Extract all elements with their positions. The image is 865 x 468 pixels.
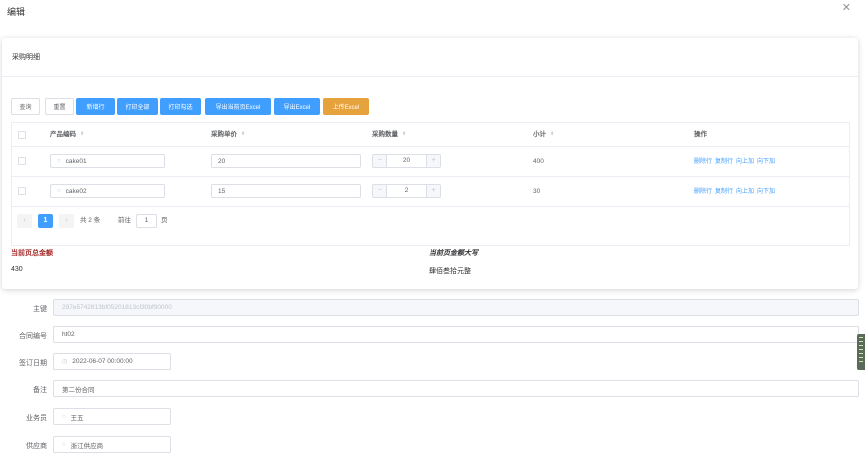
increment-button[interactable]: + (426, 155, 440, 167)
export-excel-button[interactable]: 导出Excel (274, 98, 320, 115)
sort-icon[interactable]: ⬍ (550, 131, 554, 137)
pk-label: 主键 (33, 306, 47, 313)
prev-page-button[interactable]: ‹ (17, 214, 32, 228)
decrement-button[interactable]: − (373, 155, 387, 167)
search-icon: ○ (62, 441, 66, 448)
table-row: ○ cake01 20 − 20 + 400 删除行 复制行 向上加 向下加 (12, 147, 849, 177)
remark-label: 备注 (33, 387, 47, 394)
row-checkbox[interactable] (18, 157, 26, 165)
copy-row-link[interactable]: 复制行 (715, 159, 733, 165)
page-1-button[interactable]: 1 (38, 214, 53, 228)
delete-row-link[interactable]: 删除行 (694, 189, 712, 195)
page-total-value: 430 (11, 266, 23, 273)
search-icon: ○ (62, 413, 66, 420)
goto-suffix: 页 (161, 217, 168, 224)
remark-input[interactable]: 第二份合同 (53, 380, 859, 397)
add-above-link[interactable]: 向上加 (736, 159, 754, 165)
sign-date-picker[interactable]: ◷ 2022-06-07 00:00:00 (53, 353, 171, 370)
select-all-checkbox[interactable] (18, 131, 26, 139)
price-input[interactable]: 15 (211, 184, 361, 198)
sort-icon[interactable]: ⬍ (402, 131, 406, 137)
dialog-header: 编辑 ✕ (0, 0, 865, 22)
subtotal-cell: 30 (533, 188, 541, 195)
search-icon: ○ (57, 158, 61, 164)
add-below-link[interactable]: 向下加 (757, 159, 775, 165)
delete-row-link[interactable]: 删除行 (694, 159, 712, 165)
column-header-ops: 操作 (694, 131, 707, 138)
add-above-link[interactable]: 向上加 (736, 189, 754, 195)
column-header-subtotal[interactable]: 小计 ⬍ (533, 123, 554, 147)
sort-icon[interactable]: ⬍ (80, 131, 84, 137)
total-count: 共 2 条 (80, 217, 101, 224)
quantity-stepper[interactable]: − 2 + (372, 184, 441, 198)
product-code-input[interactable]: ○ cake02 (50, 184, 165, 198)
upload-excel-button[interactable]: 上传Excel (323, 98, 369, 115)
row-actions: 删除行 复制行 向上加 向下加 (694, 147, 778, 177)
salesperson-label: 业务员 (26, 415, 47, 422)
page-total-upper-value: 肆佰叁拾元整 (429, 268, 471, 275)
decrement-button[interactable]: − (373, 185, 387, 197)
goto-page-input[interactable]: 1 (136, 214, 157, 228)
reset-button[interactable]: 重置 (45, 98, 74, 115)
print-selected-button[interactable]: 打印勾选 (160, 98, 201, 115)
close-icon[interactable]: ✕ (842, 3, 851, 14)
search-icon: ○ (57, 188, 61, 194)
goto-prefix: 前往 (118, 217, 131, 224)
supplier-label: 供应商 (26, 443, 47, 450)
quantity-stepper[interactable]: − 20 + (372, 154, 441, 168)
supplier-select[interactable]: ○ 浙江供应商 (53, 436, 171, 453)
sort-icon[interactable]: ⬍ (241, 131, 245, 137)
row-checkbox[interactable] (18, 187, 26, 195)
row-actions: 删除行 复制行 向上加 向下加 (694, 177, 778, 207)
card-title: 采购明细 (12, 54, 40, 61)
column-header-price[interactable]: 采购单价 ⬍ (211, 123, 245, 147)
column-header-qty[interactable]: 采购数量 ⬍ (372, 123, 406, 147)
price-input[interactable]: 20 (211, 154, 361, 168)
add-row-button[interactable]: 新增行 (76, 98, 115, 115)
pk-field: 297e5742813bf05201813cf30bf90000 (53, 299, 859, 316)
increment-button[interactable]: + (426, 185, 440, 197)
card-divider (2, 76, 858, 77)
table-header: 产品编码 ⬍ 采购单价 ⬍ 采购数量 ⬍ 小计 ⬍ 操作 (12, 123, 849, 147)
copy-row-link[interactable]: 复制行 (715, 189, 733, 195)
contract-no-label: 合同编号 (19, 333, 47, 340)
query-button[interactable]: 查询 (11, 98, 40, 115)
dialog-title: 编辑 (7, 7, 26, 17)
page-total-label: 当前页总金额 (11, 250, 53, 257)
next-page-button[interactable]: › (59, 214, 74, 228)
add-below-link[interactable]: 向下加 (757, 189, 775, 195)
page-total-upper-label: 当前页金额大写 (429, 250, 478, 257)
clock-icon: ◷ (62, 359, 68, 365)
product-code-input[interactable]: ○ cake01 (50, 154, 165, 168)
quantity-value[interactable]: 2 (387, 185, 426, 197)
purchase-detail-card: 采购明细 查询 重置 新增行 打印全部 打印勾选 导出当前页Excel 导出Ex… (2, 38, 858, 289)
side-drawer-handle[interactable] (857, 334, 865, 370)
contract-no-input[interactable]: ht02 (53, 326, 859, 343)
table-row: ○ cake02 15 − 2 + 30 删除行 复制行 向上加 向下加 (12, 177, 849, 207)
salesperson-select[interactable]: ○ 王五 (53, 408, 171, 425)
column-header-code[interactable]: 产品编码 ⬍ (50, 123, 84, 147)
sign-date-label: 签订日期 (19, 360, 47, 367)
quantity-value[interactable]: 20 (387, 155, 426, 167)
print-all-button[interactable]: 打印全部 (117, 98, 158, 115)
subtotal-cell: 400 (533, 158, 544, 165)
export-page-excel-button[interactable]: 导出当前页Excel (205, 98, 271, 115)
